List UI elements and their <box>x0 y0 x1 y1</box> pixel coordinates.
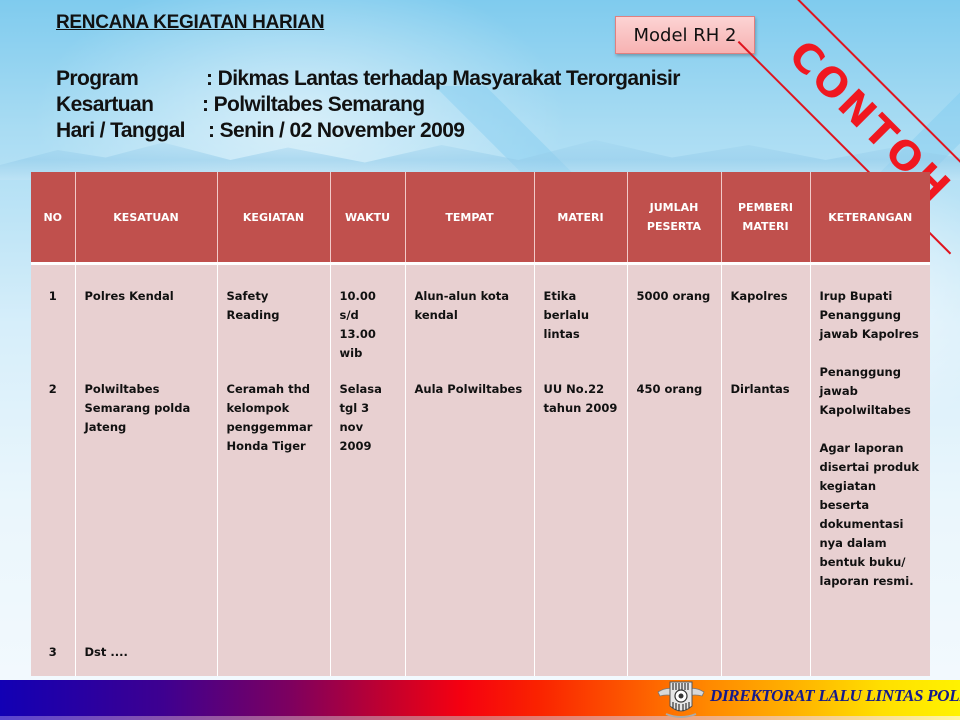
row-2-jumlah-peserta: 450 orang <box>636 382 703 396</box>
header-tempat: TEMPAT <box>405 172 535 265</box>
header-pemberi-materi: PEMBERI MATERI <box>721 172 811 265</box>
table-body-row: 1 2 3 Polres Kendal Polwiltabes Semarang… <box>31 263 930 676</box>
header-waktu: WAKTU <box>330 172 406 265</box>
row-1-pemberi-materi: Kapolres <box>730 289 788 303</box>
row-2-no: 2 <box>48 382 57 396</box>
meta-value: : Senin / 02 November 2009 <box>208 119 465 142</box>
header-keterangan: KETERANGAN <box>810 172 930 265</box>
row-1-no: 1 <box>48 289 57 303</box>
meta-label: Program <box>56 67 139 90</box>
cell-pemberi-materi: Kapolres Dirlantas <box>721 263 811 676</box>
activity-plan-table: NO KESATUAN KEGIATAN WAKTU TEMPAT MATERI… <box>31 172 930 676</box>
row-2-waktu: Selasa tgl 3 nov 2009 <box>339 382 382 453</box>
meta-value: : Dikmas Lantas terhadap Masyarakat Tero… <box>206 67 680 90</box>
row-1-jumlah-peserta: 5000 orang <box>636 289 711 303</box>
footer-organization: DIREKTORAT LALU LINTAS POLRI <box>710 686 960 705</box>
cell-kegiatan: Safety Reading Ceramah thd kelompok peng… <box>217 263 331 676</box>
meta-date: Hari / Tanggal : Senin / 02 November 200… <box>56 118 680 144</box>
document-meta: Program : Dikmas Lantas terhadap Masyara… <box>56 66 680 144</box>
row-2-pemberi-materi: Dirlantas <box>730 382 790 396</box>
header-materi: MATERI <box>534 172 628 265</box>
cell-materi: Etika berlalu lintas UU No.22 tahun 2009 <box>534 263 628 676</box>
header-kesatuan: KESATUAN <box>75 172 218 265</box>
row-2-tempat: Aula Polwiltabes <box>414 382 523 396</box>
meta-label: Hari / Tanggal <box>56 119 186 142</box>
keterangan-note-3: Agar laporan disertai produk kegiatan be… <box>819 441 920 588</box>
keterangan-note-1: Irup Bupati Penanggung jawab Kapolres <box>819 289 919 341</box>
document-title: RENCANA KEGIATAN HARIAN <box>56 12 325 33</box>
police-emblem-icon <box>657 681 705 718</box>
row-3-kesatuan: Dst .... <box>84 645 128 659</box>
header-jumlah-peserta: JUMLAH PESERTA <box>627 172 722 265</box>
row-1-kegiatan: Safety Reading <box>226 289 280 322</box>
row-2-kesatuan: Polwiltabes Semarang polda Jateng <box>84 382 191 434</box>
meta-program: Program : Dikmas Lantas terhadap Masyara… <box>56 66 680 92</box>
meta-label: Kesartuan <box>56 93 154 116</box>
cell-no: 1 2 3 <box>31 263 76 676</box>
meta-kesatuan: Kesartuan : Polwiltabes Semarang <box>56 92 680 118</box>
cell-jumlah-peserta: 5000 orang 450 orang <box>627 263 722 676</box>
model-badge: Model RH 2 <box>615 16 755 54</box>
cell-keterangan: Irup Bupati Penanggung jawab Kapolres Pe… <box>810 263 930 676</box>
keterangan-note-2: Penanggung jawab Kapolwiltabes <box>819 365 911 417</box>
row-2-materi: UU No.22 tahun 2009 <box>543 382 618 415</box>
row-1-tempat: Alun-alun kota kendal <box>414 289 510 322</box>
header-kegiatan: KEGIATAN <box>217 172 331 265</box>
row-1-waktu: 10.00 s/d 13.00 wib <box>339 289 376 360</box>
cell-tempat: Alun-alun kota kendal Aula Polwiltabes <box>405 263 535 676</box>
cell-kesatuan: Polres Kendal Polwiltabes Semarang polda… <box>75 263 218 676</box>
row-2-kegiatan: Ceramah thd kelompok penggemmar Honda Ti… <box>226 382 313 453</box>
row-3-no: 3 <box>48 645 57 659</box>
header-no: NO <box>31 172 76 265</box>
meta-value: : Polwiltabes Semarang <box>202 93 425 116</box>
cell-waktu: 10.00 s/d 13.00 wib Selasa tgl 3 nov 200… <box>330 263 406 676</box>
row-1-kesatuan: Polres Kendal <box>84 289 174 303</box>
row-1-materi: Etika berlalu lintas <box>543 289 590 341</box>
table-header-row: NO KESATUAN KEGIATAN WAKTU TEMPAT MATERI… <box>31 172 930 265</box>
